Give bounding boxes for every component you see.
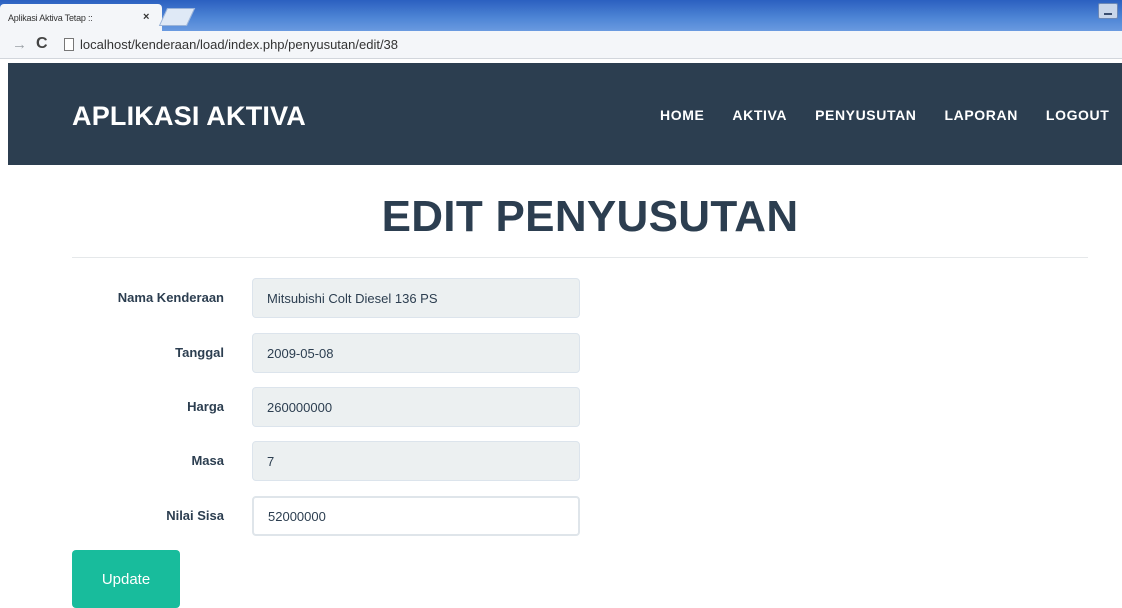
nama-kenderaan-input[interactable] [252, 278, 580, 318]
field-label: Tanggal [175, 345, 224, 360]
nav-links: HOME AKTIVA PENYUSUTAN LAPORAN LOGOUT [660, 107, 1122, 123]
forward-arrow-icon[interactable]: → [12, 36, 27, 53]
field-label: Masa [191, 453, 224, 468]
nav-logout[interactable]: LOGOUT [1046, 107, 1109, 123]
field-label: Nama Kenderaan [117, 290, 224, 305]
browser-tab[interactable]: Aplikasi Aktiva Tetap :: × [0, 4, 162, 31]
nav-penyusutan[interactable]: PENYUSUTAN [815, 107, 916, 123]
window-button[interactable] [1098, 3, 1118, 19]
harga-input[interactable] [252, 387, 580, 427]
form-row-nama-kenderaan: Nama Kenderaan [72, 278, 592, 318]
nav-aktiva[interactable]: AKTIVA [732, 107, 787, 123]
nav-home[interactable]: HOME [660, 107, 704, 123]
page-title: EDIT PENYUSUTAN [381, 192, 799, 241]
new-tab-button[interactable] [158, 8, 196, 26]
page-icon [64, 38, 74, 51]
divider [72, 257, 1088, 258]
reload-icon[interactable]: C [36, 35, 48, 53]
tab-title: Aplikasi Aktiva Tetap :: [8, 12, 93, 23]
update-button[interactable]: Update [72, 550, 180, 608]
browser-toolbar: → C localhost/kenderaan/load/index.php/p… [0, 31, 1122, 59]
address-bar[interactable]: localhost/kenderaan/load/index.php/penyu… [80, 35, 1120, 55]
tanggal-input[interactable] [252, 333, 580, 373]
field-label: Nilai Sisa [166, 508, 224, 523]
masa-input[interactable] [252, 441, 580, 481]
tab-close-icon[interactable]: × [143, 11, 149, 23]
form-row-harga: Harga [72, 387, 592, 427]
field-label: Harga [187, 399, 224, 414]
app-navbar: APLIKASI AKTIVA HOME AKTIVA PENYUSUTAN L… [8, 63, 1122, 165]
form-row-tanggal: Tanggal [72, 333, 592, 373]
nav-laporan[interactable]: LAPORAN [945, 107, 1018, 123]
nilai-sisa-input[interactable] [252, 496, 580, 536]
form-row-nilai-sisa: Nilai Sisa [72, 496, 592, 536]
form-row-masa: Masa [72, 441, 592, 481]
brand-title[interactable]: APLIKASI AKTIVA [72, 101, 306, 132]
browser-tabstrip: Aplikasi Aktiva Tetap :: × [0, 0, 1122, 31]
